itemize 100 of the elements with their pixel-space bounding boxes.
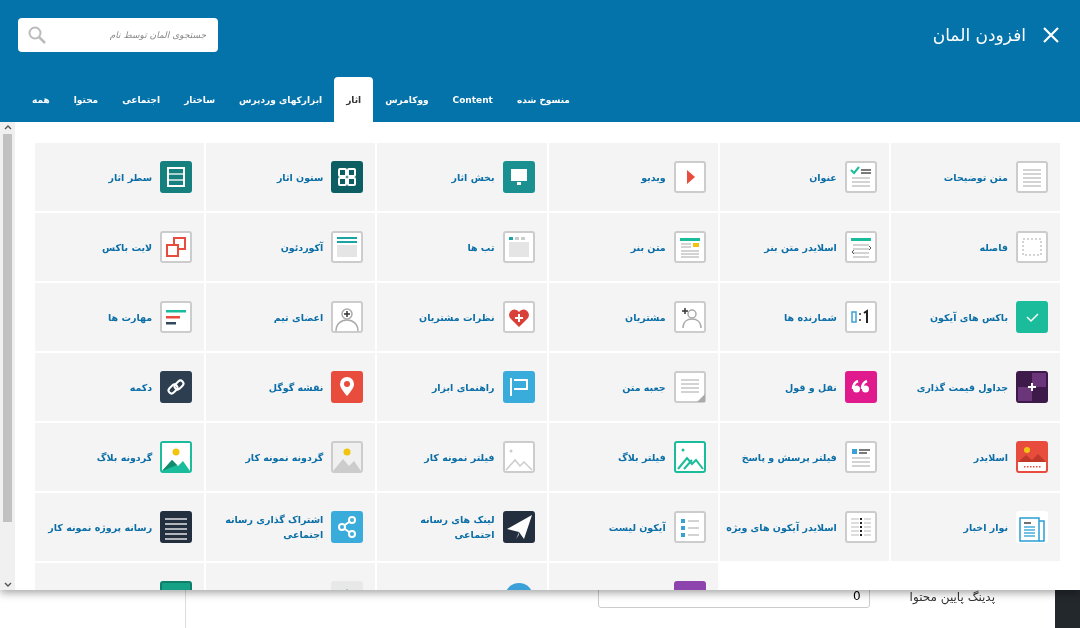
element-label: اسلایدر متن بنر: [764, 240, 837, 255]
element-tile[interactable]: جعبه متن: [548, 353, 718, 421]
element-label: متن بنر: [630, 240, 666, 255]
element-label: اسلایدر: [973, 450, 1008, 465]
element-tile[interactable]: نقشه گوگل: [206, 353, 376, 421]
element-tile[interactable]: گردونه نمونه کار: [206, 423, 376, 491]
element-label: مهارت ها: [107, 310, 153, 325]
category-tab[interactable]: منسوخ شده: [504, 77, 582, 122]
dashed-square-icon: [1016, 231, 1048, 263]
check-icon: [1016, 301, 1048, 333]
brick-wall-icon: [160, 511, 193, 543]
element-label: جداول قیمت گذاری: [916, 380, 1008, 395]
tabs-icon: [502, 231, 535, 263]
checklist-icon: [844, 161, 877, 193]
image-carousel-icon: [331, 441, 364, 473]
element-tile[interactable]: اعضای تیم: [206, 283, 376, 351]
element-label: دکمه: [129, 380, 153, 395]
element-label: لایت باکس: [102, 240, 153, 255]
element-label: تب ها: [467, 240, 495, 255]
category-tab[interactable]: همه: [20, 77, 62, 122]
element-tile[interactable]: دکمه: [35, 353, 205, 421]
element-tile[interactable]: ستون اثار: [206, 143, 376, 211]
banner-text-icon: [673, 231, 706, 263]
banner-slider-icon: [844, 231, 877, 263]
element-tile[interactable]: نظرات مشتریان: [377, 283, 547, 351]
element-label: باکس های آیکون: [930, 310, 1008, 325]
scrollbar-thumb[interactable]: [3, 134, 12, 522]
list-icon: [844, 441, 877, 473]
category-tab[interactable]: Content: [440, 77, 505, 122]
category-tab[interactable]: ابزارکهای وردپرس: [227, 77, 335, 122]
element-label: بخش اثار: [451, 170, 495, 185]
element-label: آیکون لیست: [608, 520, 666, 535]
text-lines-icon: [1016, 161, 1048, 193]
element-tile[interactable]: اسلایدر آیکون های ویژه: [719, 493, 889, 561]
image-icon: [502, 441, 535, 473]
element-label: گردونه نمونه کار: [245, 450, 324, 465]
search-field[interactable]: جستجوی المان توسط نام: [18, 18, 218, 52]
element-label: مشتریان: [625, 310, 666, 325]
element-tile[interactable]: متن توضیحات: [890, 143, 1060, 211]
element-tile[interactable]: مشتریان: [548, 283, 718, 351]
person-plus-icon: [331, 301, 364, 333]
category-tab[interactable]: محتوا: [61, 77, 111, 122]
category-tab[interactable]: اجتماعی: [110, 77, 173, 122]
element-tile[interactable]: رسانه پروژه نمونه کار: [35, 493, 205, 561]
element-label: فاصله: [979, 240, 1008, 255]
element-tile[interactable]: آکوردئون: [206, 213, 376, 281]
scrollbar[interactable]: [0, 122, 15, 590]
element-tile[interactable]: نقل و قول: [719, 353, 889, 421]
element-tile[interactable]: متن بنر: [548, 213, 718, 281]
image-slider-icon: [1016, 441, 1048, 473]
element-tile[interactable]: باکس های آیکون: [890, 283, 1060, 351]
element-tile[interactable]: عنوان: [719, 143, 889, 211]
document-icon: [673, 371, 706, 403]
accordion-icon: [331, 231, 364, 263]
element-label: نظرات مشتریان: [419, 310, 495, 325]
category-tab[interactable]: ووکامرس: [373, 77, 441, 122]
element-label: نقل و قول: [785, 380, 837, 395]
element-label: ستون اثار: [276, 170, 324, 185]
element-tile[interactable]: تب ها: [377, 213, 547, 281]
element-label: ویدیو: [641, 170, 666, 185]
element-label: فیلتر پرسش و پاسخ: [741, 450, 837, 465]
element-tile[interactable]: فاصله: [890, 213, 1060, 281]
search-icon: [28, 26, 46, 44]
heart-plus-icon: [502, 301, 535, 333]
people-icon: [673, 301, 706, 333]
element-tile[interactable]: اسلایدر: [890, 423, 1060, 491]
element-tile[interactable]: مهارت ها: [35, 283, 205, 351]
element-tile[interactable]: جداول قیمت گذاری: [890, 353, 1060, 421]
element-label: اسلایدر آیکون های ویژه: [726, 520, 837, 535]
scroll-up-icon: [3, 124, 12, 130]
quote-icon: [844, 371, 877, 403]
element-label: متن توضیحات: [943, 170, 1008, 185]
element-label: اعضای تیم: [273, 310, 324, 325]
close-button[interactable]: [1042, 26, 1060, 44]
element-tile[interactable]: نوار اخبار: [890, 493, 1060, 561]
element-tile[interactable]: لایت باکس: [35, 213, 205, 281]
element-tile[interactable]: بخش اثار: [377, 143, 547, 211]
image-carousel-icon: [160, 441, 193, 473]
category-tab[interactable]: ساختار: [172, 77, 228, 122]
element-tile[interactable]: گردونه بلاگ: [35, 423, 205, 491]
element-tile[interactable]: اشتراک گذاری رسانه اجتماعی: [206, 493, 376, 561]
element-tile[interactable]: اسلایدر متن بنر: [719, 213, 889, 281]
element-tile[interactable]: ویدیو: [548, 143, 718, 211]
element-tile[interactable]: شمارنده ها: [719, 283, 889, 351]
bars-icon: [160, 301, 193, 333]
monitor-icon: [502, 161, 535, 193]
element-tile[interactable]: آیکون لیست: [548, 493, 718, 561]
scroll-down-icon: [3, 582, 12, 588]
plus-square-icon: [1016, 371, 1048, 403]
dialog-title: افزودن المان: [931, 25, 1026, 45]
element-tile[interactable]: فیلتر بلاگ: [548, 423, 718, 491]
category-tab[interactable]: اثار: [334, 77, 374, 122]
element-tile[interactable]: فیلتر پرسش و پاسخ: [719, 423, 889, 491]
element-tile[interactable]: لینک های رسانه اجتماعی: [377, 493, 547, 561]
element-label: راهنمای ابزار: [431, 380, 495, 395]
element-tile[interactable]: راهنمای ابزار: [377, 353, 547, 421]
element-tile[interactable]: فیلتر نمونه کار: [377, 423, 547, 491]
element-label: سطر اثار: [108, 170, 153, 185]
element-tile[interactable]: سطر اثار: [35, 143, 205, 211]
element-label: اشتراک گذاری رسانه اجتماعی: [224, 513, 324, 542]
